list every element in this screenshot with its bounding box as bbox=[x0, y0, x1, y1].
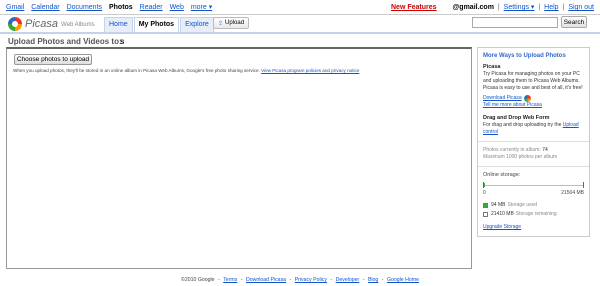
sign-out-link[interactable]: Sign out bbox=[568, 4, 594, 11]
photos-count-value: 74 bbox=[542, 147, 548, 153]
dnd-description: For drag and drop uploading try the bbox=[483, 122, 562, 128]
footer-separator: - bbox=[362, 277, 365, 283]
sidebar: More Ways to Upload Photos Picasa Try Pi… bbox=[477, 47, 590, 237]
upload-notice: When you upload photos, they'll be store… bbox=[13, 68, 359, 73]
footer-copyright: ©2010 Google bbox=[181, 277, 215, 283]
album-name: s bbox=[120, 37, 125, 46]
footer-separator: - bbox=[381, 277, 384, 283]
storage-title: Online storage: bbox=[483, 172, 521, 178]
tab-explore[interactable]: Explore bbox=[180, 17, 214, 32]
album-count-section: Photos currently in album: 74 Maximum 10… bbox=[478, 142, 589, 167]
policies-link[interactable]: View Picasa program policies and privacy… bbox=[261, 68, 359, 73]
upload-icon: ⇪ bbox=[218, 20, 224, 27]
more-ways-title: More Ways to Upload Photos bbox=[483, 53, 566, 59]
search-input[interactable] bbox=[472, 17, 558, 28]
main-tabs: Home My Photos Explore bbox=[104, 17, 215, 32]
gbar-documents-link[interactable]: Documents bbox=[67, 4, 102, 11]
dnd-text-block: For drag and drop uploading try the Uplo… bbox=[483, 122, 584, 136]
gbar-more-menu[interactable]: more ▾ bbox=[191, 4, 212, 11]
remaining-swatch bbox=[483, 212, 488, 217]
tell-me-more-link[interactable]: Tell me more about Picasa bbox=[483, 102, 584, 109]
header-divider bbox=[0, 32, 600, 34]
footer-blog-link[interactable]: Blog bbox=[368, 277, 378, 283]
upgrade-storage-link[interactable]: Upgrade Storage bbox=[483, 224, 584, 231]
tab-my-photos[interactable]: My Photos bbox=[133, 17, 180, 32]
upload-button[interactable]: ⇪ Upload bbox=[213, 17, 250, 29]
help-link[interactable]: Help bbox=[544, 4, 558, 11]
gbar-photos-current: Photos bbox=[108, 4, 133, 11]
search-button[interactable]: Search bbox=[561, 16, 587, 28]
gbar-reader-link[interactable]: Reader bbox=[140, 4, 163, 11]
gbar-account: New Features @gmail.com | Settings ▾ | H… bbox=[389, 3, 594, 11]
logo-text: Picasa bbox=[25, 18, 59, 30]
google-bar: Gmail Calendar Documents Photos Reader W… bbox=[0, 0, 600, 14]
storage-remaining-value: 21410 MB bbox=[491, 211, 514, 217]
gbar-calendar-link[interactable]: Calendar bbox=[31, 4, 59, 11]
storage-meter bbox=[483, 182, 584, 188]
settings-menu[interactable]: Settings ▾ bbox=[504, 4, 535, 11]
picasa-heading: Picasa bbox=[483, 64, 501, 70]
storage-used-fill bbox=[484, 183, 486, 187]
gbar-separator: | bbox=[497, 4, 500, 11]
choose-photos-button[interactable]: Choose photos to upload bbox=[14, 54, 92, 65]
storage-max: 21504 MB bbox=[561, 190, 584, 196]
gbar-links: Gmail Calendar Documents Photos Reader W… bbox=[6, 3, 217, 11]
storage-used-label: Storage used bbox=[507, 202, 538, 208]
footer-google-home-link[interactable]: Google Home bbox=[387, 277, 419, 283]
footer-download-link[interactable]: Download Picasa bbox=[246, 277, 286, 283]
storage-range: 0 21504 MB bbox=[483, 190, 584, 197]
gbar-separator: | bbox=[538, 4, 541, 11]
footer-privacy-link[interactable]: Privacy Policy bbox=[295, 277, 327, 283]
storage-remaining-row: 21410 MB Storage remaining bbox=[483, 211, 584, 218]
footer-separator: - bbox=[240, 277, 243, 283]
notice-text: When you upload photos, they'll be store… bbox=[13, 68, 260, 73]
footer-developer-link[interactable]: Developer bbox=[336, 277, 360, 283]
footer-separator: - bbox=[289, 277, 292, 283]
picasa-flower-icon bbox=[523, 95, 531, 102]
picasa-logo[interactable]: Picasa Web Albums bbox=[8, 16, 95, 32]
photos-count-label: Photos currently in album: bbox=[483, 147, 541, 153]
gbar-web-link[interactable]: Web bbox=[170, 4, 184, 11]
dnd-heading: Drag and Drop Web Form bbox=[483, 115, 550, 121]
download-row: Download Picasa bbox=[483, 95, 584, 102]
storage-section: Online storage: 0 21504 MB 94 MB Storage… bbox=[478, 167, 589, 236]
picasa-description: Try Picasa for managing photos on your P… bbox=[483, 71, 583, 91]
used-swatch bbox=[483, 203, 488, 208]
download-picasa-link[interactable]: Download Picasa bbox=[483, 95, 522, 102]
new-features-link[interactable]: New Features bbox=[391, 4, 437, 11]
storage-min: 0 bbox=[483, 190, 486, 196]
storage-used-row: 94 MB Storage used bbox=[483, 202, 584, 209]
logo-subtitle: Web Albums bbox=[61, 22, 95, 28]
max-photos-note: Maximum 1000 photos per album bbox=[483, 154, 558, 160]
gbar-separator: | bbox=[562, 4, 565, 11]
storage-remaining-label: Storage remaining bbox=[515, 211, 557, 217]
more-ways-section: More Ways to Upload Photos Picasa Try Pi… bbox=[478, 48, 589, 142]
footer-separator: - bbox=[330, 277, 333, 283]
gbar-gmail-link[interactable]: Gmail bbox=[6, 4, 24, 11]
page-title: Upload Photos and Videos to: bbox=[8, 37, 122, 46]
upload-panel bbox=[6, 47, 472, 269]
upload-label: Upload bbox=[225, 20, 245, 26]
photos-count-line: Photos currently in album: 74 bbox=[483, 147, 584, 154]
picasa-logo-icon bbox=[8, 17, 22, 31]
account-email: @gmail.com bbox=[452, 4, 494, 11]
footer-separator: - bbox=[218, 277, 220, 283]
footer-terms-link[interactable]: Terms bbox=[223, 277, 237, 283]
storage-used-value: 94 MB bbox=[491, 202, 506, 208]
gbar-divider bbox=[0, 14, 600, 15]
tab-home[interactable]: Home bbox=[104, 17, 133, 32]
footer: ©2010 Google - Terms - Download Picasa -… bbox=[0, 277, 600, 283]
